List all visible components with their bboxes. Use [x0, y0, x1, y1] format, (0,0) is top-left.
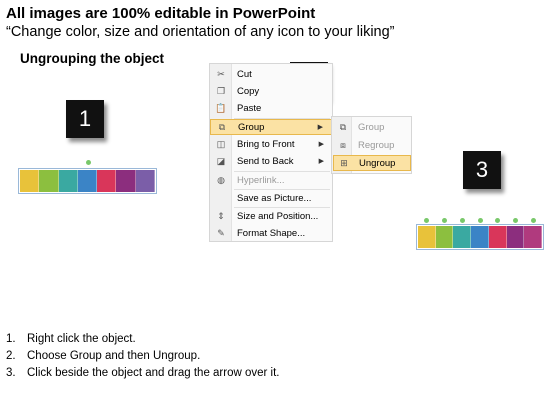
paste-icon: 📋: [215, 102, 227, 113]
menu-item-save-as-picture[interactable]: Save as Picture...: [210, 190, 332, 206]
menu-item-paste[interactable]: 📋 Paste: [210, 100, 332, 116]
rotation-handle[interactable]: [459, 218, 465, 223]
instruction-step: 3. Click beside the object and drag the …: [6, 367, 280, 379]
puzzle-piece[interactable]: [97, 170, 117, 192]
puzzle-piece[interactable]: [39, 170, 59, 192]
context-menu: ✂ Cut ❐ Copy 📋 Paste ⧉ Group ▶ ◫ Bring t…: [209, 63, 333, 242]
puzzle-piece[interactable]: [116, 170, 136, 192]
copy-icon: ❐: [216, 85, 226, 96]
puzzle-piece[interactable]: [20, 170, 40, 192]
send-to-back-icon: ◪: [216, 155, 226, 166]
section-title: Ungrouping the object: [20, 51, 164, 66]
submenu-item-regroup[interactable]: ⧈ Regroup: [333, 137, 411, 153]
rotation-handle[interactable]: [86, 160, 91, 165]
menu-item-cut[interactable]: ✂ Cut: [210, 66, 332, 82]
puzzle-strip-grouped[interactable]: [20, 170, 155, 192]
group-submenu: ⧉ Group ⧈ Regroup ⊞ Ungroup: [331, 116, 412, 174]
rotation-handle[interactable]: [442, 218, 448, 223]
step-callout-1: 1: [66, 100, 104, 138]
instructions-list: 1. Right click the object. 2. Choose Gro…: [6, 331, 280, 382]
menu-item-send-to-back[interactable]: ◪ Send to Back ▶: [210, 153, 332, 169]
rotation-handle[interactable]: [495, 218, 501, 223]
puzzle-piece[interactable]: [77, 170, 98, 192]
submenu-arrow-icon: ▶: [318, 141, 324, 148]
submenu-arrow-icon: ▶: [318, 158, 324, 165]
selection-frame: [416, 224, 544, 250]
hyperlink-icon: ◍: [217, 174, 225, 185]
submenu-item-group[interactable]: ⧉ Group: [333, 119, 411, 135]
rotation-handle[interactable]: [477, 218, 483, 223]
submenu-item-ungroup[interactable]: ⊞ Ungroup: [333, 155, 411, 171]
regroup-icon: ⧈: [340, 139, 346, 150]
menu-item-hyperlink[interactable]: ◍ Hyperlink...: [210, 172, 332, 188]
submenu-arrow-icon: ▶: [317, 124, 323, 131]
puzzle-piece[interactable]: [135, 170, 155, 192]
page-title: All images are 100% editable in PowerPoi…: [6, 5, 316, 22]
puzzle-piece[interactable]: [58, 170, 78, 192]
menu-item-size-and-position[interactable]: ⇕ Size and Position...: [210, 208, 332, 224]
menu-item-format-shape[interactable]: ✎ Format Shape...: [210, 225, 332, 241]
scissors-icon: ✂: [217, 68, 225, 79]
rotation-handle[interactable]: [424, 218, 430, 223]
page-subtitle: “Change color, size and orientation of a…: [6, 24, 395, 40]
group-icon: ⧉: [218, 121, 226, 132]
step-callout-3: 3: [463, 151, 501, 189]
size-position-icon: ⇕: [217, 210, 225, 221]
format-shape-icon: ✎: [217, 227, 225, 238]
bring-to-front-icon: ◫: [216, 138, 226, 149]
menu-item-bring-to-front[interactable]: ◫ Bring to Front ▶: [210, 136, 332, 152]
group-icon: ⧉: [339, 121, 347, 132]
menu-item-copy[interactable]: ❐ Copy: [210, 83, 332, 99]
instruction-step: 2. Choose Group and then Ungroup.: [6, 350, 201, 362]
menu-item-group[interactable]: ⧉ Group ▶: [210, 119, 332, 135]
instruction-step: 1. Right click the object.: [6, 333, 136, 345]
rotation-handle[interactable]: [512, 218, 518, 223]
ungroup-icon: ⊞: [340, 157, 348, 168]
rotation-handle[interactable]: [530, 218, 536, 223]
